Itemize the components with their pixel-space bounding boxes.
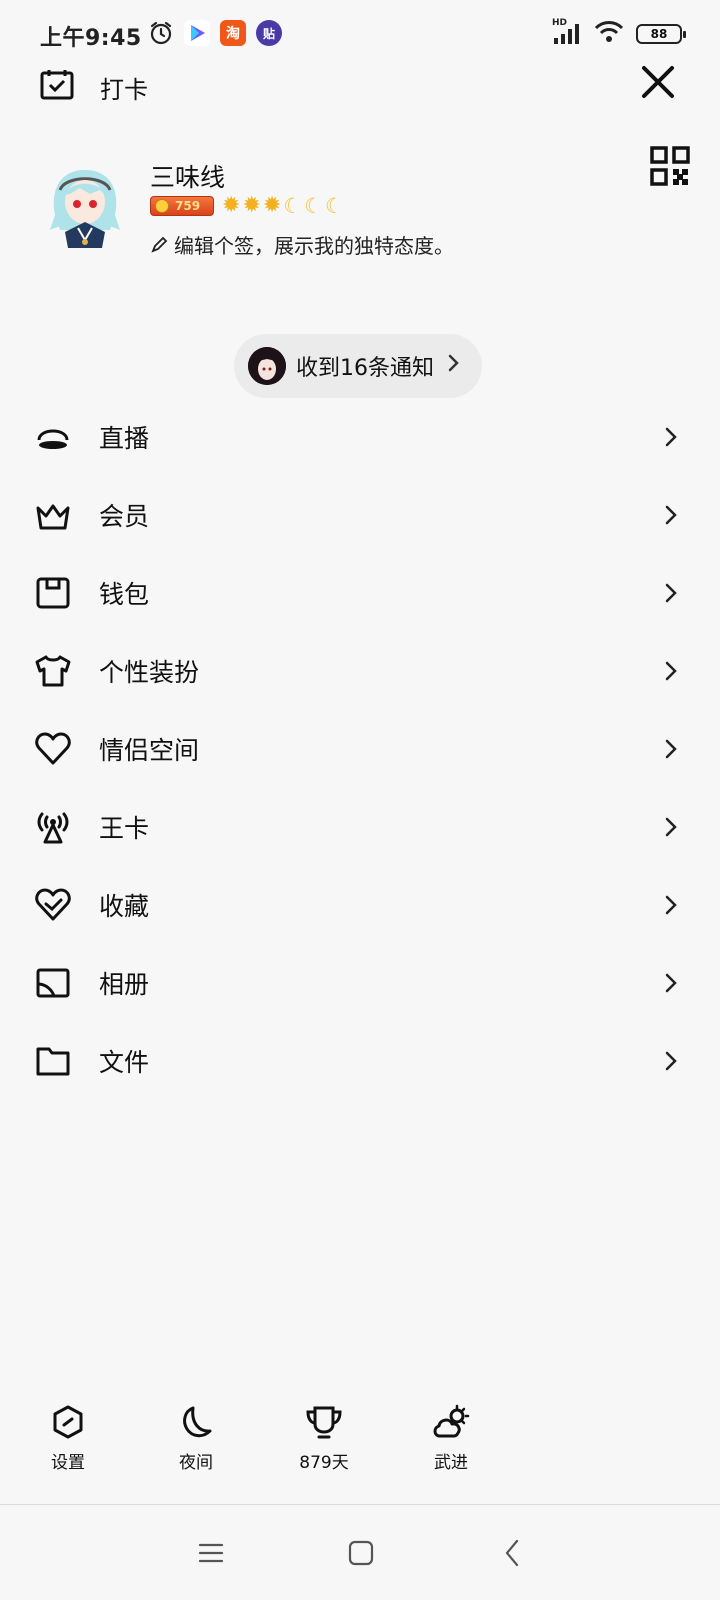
menu-item-label: 钱包 [99,580,150,609]
status-system-icons: HD 88 [552,18,686,48]
sun-level-icon: ✹ [222,193,241,218]
home-icon[interactable] [348,1540,374,1566]
level-badge: 759 [150,196,214,216]
pencil-icon [151,236,168,253]
settings-icon [53,1405,83,1439]
chevron-right-icon [665,427,677,447]
menu-item-album[interactable]: 相册 [0,944,720,1022]
back-icon[interactable] [503,1538,523,1568]
days-label: 879天 [299,1453,349,1473]
notification-text: 收到16条通知 [296,356,434,381]
chevron-right-icon [665,661,677,681]
battery-icon: 88 [636,24,686,44]
close-icon [642,66,674,98]
menu-item-label: 情侣空间 [99,736,200,765]
weather-label: 武进 [434,1453,468,1473]
wifi-icon [594,20,624,48]
checkin-label[interactable]: 打卡 [100,70,148,105]
checkin-calendar-icon[interactable] [40,68,74,100]
notification-avatar [248,347,286,385]
status-notification-icons: 淘 贴 [148,20,282,46]
chevron-right-icon [448,353,460,379]
level-badges[interactable]: 759 ✹ ✹ ✹ ☾ ☾ ☾ [150,193,344,218]
sun-level-icon: ✹ [262,193,282,218]
bottom-toolbar: 设置 夜间 879天 武进 [0,1404,720,1484]
moon-level-icon: ☾ [324,194,344,218]
settings-label: 设置 [51,1453,85,1473]
menu-list: 直播 会员 钱包 个性装扮 情侣空间 王卡 收藏 相册 文件 [0,398,720,1100]
moon-level-icon: ☾ [304,194,323,218]
alarm-icon [148,20,174,46]
weather-icon [433,1404,470,1438]
signal-icon: HD [552,18,582,46]
chevron-right-icon [665,505,677,525]
menu-item-favorites[interactable]: 收藏 [0,866,720,944]
close-button[interactable] [636,60,680,104]
level-value: 759 [175,199,201,213]
menu-item-label: 个性装扮 [99,658,200,687]
night-mode-label: 夜间 [179,1453,213,1473]
menu-item-files[interactable]: 文件 [0,1022,720,1100]
folder-icon [36,1047,70,1076]
chevron-right-icon [665,895,677,915]
night-mode-button[interactable]: 夜间 [151,1404,241,1473]
trophy-icon [306,1406,342,1439]
taobao-icon: 淘 [220,20,246,46]
level-icons: ✹ ✹ ✹ ☾ ☾ ☾ [222,193,344,218]
menu-item-king-card[interactable]: 王卡 [0,788,720,866]
sun-level-icon: ✹ [242,193,261,218]
system-navigation-bar [0,1505,720,1600]
tshirt-icon [35,655,71,687]
avatar[interactable] [40,160,130,250]
chevron-right-icon [665,817,677,837]
tieba-icon: 贴 [256,20,282,46]
username[interactable]: 三味线 [150,158,225,194]
signature[interactable]: 编辑个签，展示我的独特态度。 [150,230,454,259]
live-icon [37,429,69,449]
qr-code-button[interactable] [650,146,690,186]
status-time: 上午9:45 [40,26,142,51]
heart-icon [35,732,71,765]
album-icon [36,968,70,998]
weather-button[interactable]: 武进 [406,1404,496,1473]
chevron-right-icon [665,583,677,603]
menu-item-label: 文件 [99,1048,150,1077]
menu-item-label: 相册 [99,970,150,999]
chevron-right-icon [665,1051,677,1071]
menu-icon[interactable] [198,1542,224,1564]
notification-pill[interactable]: 收到16条通知 [234,334,482,398]
moon-icon [183,1406,212,1438]
menu-item-label: 收藏 [99,892,150,921]
antenna-icon [37,812,69,844]
menu-item-label: 王卡 [99,814,150,843]
menu-item-couple-space[interactable]: 情侣空间 [0,710,720,788]
qr-code-icon [650,146,690,186]
moon-level-icon: ☾ [283,194,303,218]
menu-item-membership[interactable]: 会员 [0,476,720,554]
menu-item-dress-up[interactable]: 个性装扮 [0,632,720,710]
wallet-icon [36,577,70,609]
chevron-right-icon [665,973,677,993]
crown-icon [36,504,70,530]
menu-item-label: 会员 [99,502,150,531]
play-store-icon [184,20,210,46]
menu-item-wallet[interactable]: 钱包 [0,554,720,632]
favorite-icon [35,888,71,921]
settings-button[interactable]: 设置 [23,1404,113,1473]
menu-item-live[interactable]: 直播 [0,398,720,476]
days-button[interactable]: 879天 [279,1404,369,1473]
signature-text: 编辑个签，展示我的独特态度。 [174,234,454,258]
coin-icon [155,199,169,213]
chevron-right-icon [665,739,677,759]
menu-item-label: 直播 [99,424,150,453]
